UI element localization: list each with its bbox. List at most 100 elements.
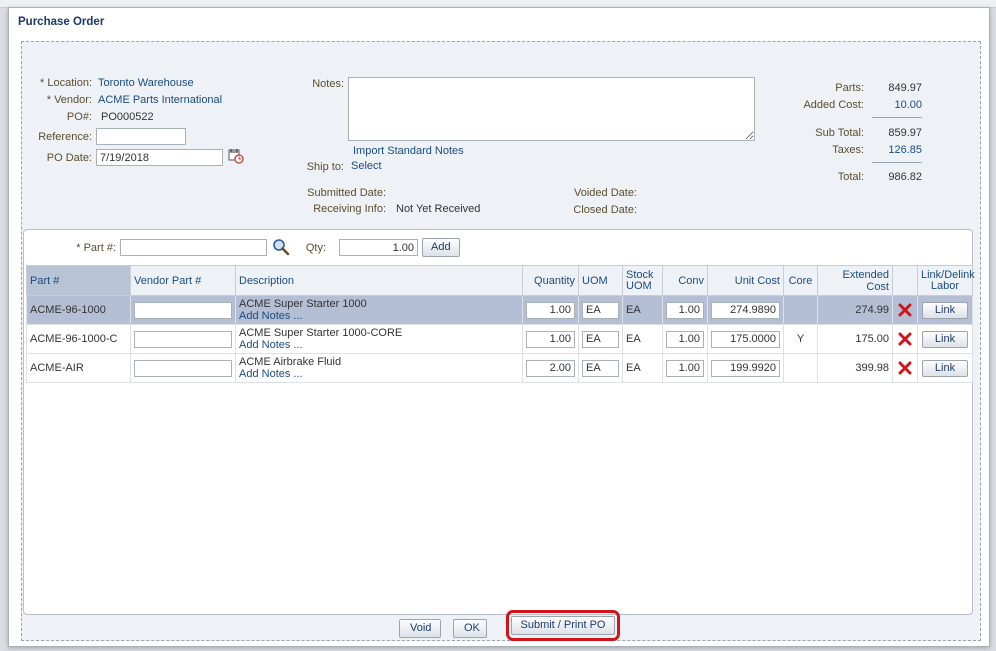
unit-cost-input[interactable] bbox=[711, 330, 780, 348]
vendor-part-input[interactable] bbox=[134, 330, 232, 348]
quantity-input[interactable] bbox=[526, 330, 575, 348]
col-conv[interactable]: Conv bbox=[662, 265, 708, 296]
table-row[interactable]: ACME-AIR ACME Airbrake Fluid Add Notes ..… bbox=[26, 353, 973, 383]
add-part-button[interactable]: Add bbox=[422, 238, 460, 257]
calendar-clock-icon[interactable] bbox=[228, 148, 244, 164]
total-label: Total: bbox=[837, 171, 864, 183]
row-extended-cost: 175.00 bbox=[817, 324, 893, 354]
quantity-input[interactable] bbox=[526, 301, 575, 319]
row-quantity-cell bbox=[522, 324, 579, 354]
added-cost-value[interactable]: 10.00 bbox=[872, 99, 922, 111]
row-conv-cell bbox=[662, 353, 708, 383]
col-link-labor[interactable]: Link/Delink Labor bbox=[917, 265, 975, 296]
add-notes-link[interactable]: Add Notes ... bbox=[239, 310, 519, 322]
part-number-input[interactable] bbox=[120, 239, 267, 256]
row-unit-cost-cell bbox=[707, 324, 784, 354]
red-x-icon[interactable] bbox=[898, 361, 912, 375]
row-description: ACME Super Starter 1000 bbox=[239, 298, 367, 310]
magnifier-icon[interactable] bbox=[272, 238, 290, 256]
vendor-part-input[interactable] bbox=[134, 301, 232, 319]
row-conv-cell bbox=[662, 295, 708, 325]
row-uom-cell bbox=[578, 324, 623, 354]
row-extended-cost: 274.99 bbox=[817, 295, 893, 325]
parts-total-value: 849.97 bbox=[888, 82, 922, 94]
col-uom[interactable]: UOM bbox=[578, 265, 623, 296]
conv-input[interactable] bbox=[666, 301, 704, 319]
taxes-value[interactable]: 126.85 bbox=[872, 144, 922, 156]
row-core bbox=[783, 353, 818, 383]
submit-print-po-button[interactable]: Submit / Print PO bbox=[511, 616, 615, 635]
qty-input[interactable] bbox=[339, 239, 418, 256]
row-core: Y bbox=[783, 324, 818, 354]
vendor-label: * Vendor: bbox=[46, 94, 92, 106]
row-delete-cell bbox=[892, 353, 918, 383]
purchase-order-dialog: Purchase Order * Location: Toronto Wareh… bbox=[8, 7, 990, 647]
receiving-info-value: Not Yet Received bbox=[396, 203, 481, 215]
row-description-cell: ACME Super Starter 1000-CORE Add Notes ..… bbox=[235, 324, 523, 354]
table-header-row: Part # Vendor Part # Description Quantit… bbox=[26, 265, 975, 296]
uom-input[interactable] bbox=[582, 359, 619, 377]
ship-to-label: Ship to: bbox=[306, 161, 344, 173]
ship-to-select-link[interactable]: Select bbox=[351, 160, 382, 172]
row-part-number: ACME-AIR bbox=[26, 353, 131, 383]
receiving-info-label: Receiving Info: bbox=[313, 203, 386, 215]
table-row[interactable]: ACME-96-1000-C ACME Super Starter 1000-C… bbox=[26, 324, 973, 354]
row-vendor-part-cell bbox=[130, 353, 236, 383]
row-delete-cell bbox=[892, 295, 918, 325]
total-value: 986.82 bbox=[888, 171, 922, 183]
link-button[interactable]: Link bbox=[921, 359, 969, 377]
col-unit-cost[interactable]: Unit Cost bbox=[707, 265, 784, 296]
table-row[interactable]: ACME-96-1000 ACME Super Starter 1000 Add … bbox=[26, 295, 973, 325]
col-extended-cost[interactable]: Extended Cost bbox=[817, 265, 893, 296]
col-stock-uom[interactable]: Stock UOM bbox=[622, 265, 663, 296]
line-items-area: * Part #: Qty: Add Part # Ve bbox=[23, 229, 975, 615]
import-standard-notes-link[interactable]: Import Standard Notes bbox=[353, 145, 464, 157]
void-button[interactable]: Void bbox=[399, 619, 441, 638]
row-link-cell: Link bbox=[917, 353, 973, 383]
row-extended-cost: 399.98 bbox=[817, 353, 893, 383]
row-quantity-cell bbox=[522, 295, 579, 325]
add-notes-link[interactable]: Add Notes ... bbox=[239, 368, 519, 380]
add-notes-link[interactable]: Add Notes ... bbox=[239, 339, 519, 351]
location-label: * Location: bbox=[40, 77, 92, 89]
dialog-title: Purchase Order bbox=[18, 16, 105, 28]
quantity-input[interactable] bbox=[526, 359, 575, 377]
conv-input[interactable] bbox=[666, 330, 704, 348]
uom-input[interactable] bbox=[582, 330, 619, 348]
location-value[interactable]: Toronto Warehouse bbox=[98, 77, 194, 89]
col-part-number[interactable]: Part # bbox=[26, 265, 131, 296]
subtotal-label: Sub Total: bbox=[815, 127, 864, 139]
row-description: ACME Airbrake Fluid bbox=[239, 356, 342, 368]
link-button[interactable]: Link bbox=[921, 330, 969, 348]
row-link-cell: Link bbox=[917, 295, 973, 325]
row-unit-cost-cell bbox=[707, 353, 784, 383]
row-quantity-cell bbox=[522, 353, 579, 383]
po-number-value: PO000522 bbox=[101, 111, 154, 123]
conv-input[interactable] bbox=[666, 359, 704, 377]
row-vendor-part-cell bbox=[130, 324, 236, 354]
notes-textarea[interactable] bbox=[348, 77, 755, 141]
unit-cost-input[interactable] bbox=[711, 301, 780, 319]
row-uom-cell bbox=[578, 353, 623, 383]
submitted-date-label: Submitted Date: bbox=[307, 187, 386, 199]
row-delete-cell bbox=[892, 324, 918, 354]
uom-input[interactable] bbox=[582, 301, 619, 319]
row-core bbox=[783, 295, 818, 325]
col-quantity[interactable]: Quantity bbox=[522, 265, 579, 296]
po-date-input[interactable] bbox=[96, 149, 223, 166]
ok-button[interactable]: OK bbox=[453, 619, 487, 638]
col-core[interactable]: Core bbox=[783, 265, 818, 296]
totals-separator bbox=[872, 162, 922, 163]
reference-input[interactable] bbox=[96, 128, 186, 145]
col-description[interactable]: Description bbox=[235, 265, 523, 296]
link-button[interactable]: Link bbox=[921, 301, 969, 319]
unit-cost-input[interactable] bbox=[711, 359, 780, 377]
subtotal-value: 859.97 bbox=[888, 127, 922, 139]
row-unit-cost-cell bbox=[707, 295, 784, 325]
red-x-icon[interactable] bbox=[898, 303, 912, 317]
col-vendor-part[interactable]: Vendor Part # bbox=[130, 265, 236, 296]
line-items-table: Part # Vendor Part # Description Quantit… bbox=[26, 265, 975, 383]
vendor-value[interactable]: ACME Parts International bbox=[98, 94, 222, 106]
red-x-icon[interactable] bbox=[898, 332, 912, 346]
vendor-part-input[interactable] bbox=[134, 359, 232, 377]
